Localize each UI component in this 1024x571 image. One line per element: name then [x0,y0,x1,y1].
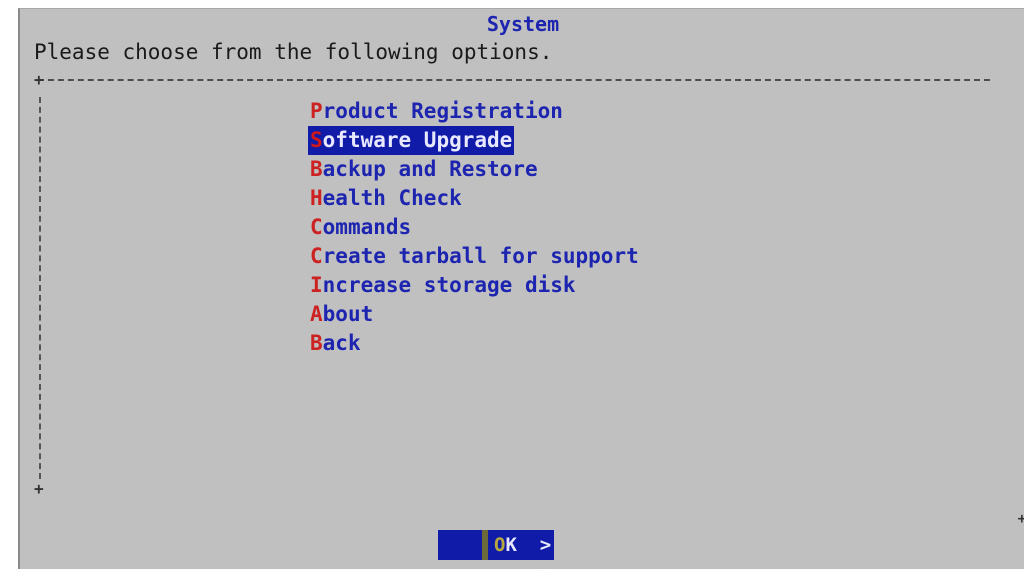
menu-item-text: bout [322,302,374,326]
button-bar: < OK > [438,530,554,571]
menu-item[interactable]: Increase storage disk [308,271,641,300]
menu-box-bottom-corner: + [34,479,44,498]
menu-item-text: ealth Check [322,186,462,210]
menu-item-selected: Software Upgrade [308,126,515,155]
dialog-right-corner: + [1017,511,1024,527]
prev-button-label: < [534,564,545,571]
menu-item-hotkey: C [310,215,323,239]
menu-item-text: reate tarball for support [322,244,639,268]
menu-item-text: ommands [322,215,412,239]
menu-item[interactable]: Health Check [308,184,641,213]
menu-item[interactable]: Software Upgrade [308,126,641,155]
menu-item-hotkey: C [310,244,323,268]
dialog-prompt: Please choose from the following options… [34,40,553,64]
menu-item-text: ncrease storage disk [322,273,576,297]
ok-hotkey: O [494,534,506,556]
menu-item-label: About [308,302,375,326]
menu-item-label: Commands [308,215,413,239]
menu-item-label: Backup and Restore [308,157,540,181]
menu-item[interactable]: Backup and Restore [308,155,641,184]
options-menu: Product Registration Software Upgrade Back… [308,97,641,358]
menu-item[interactable]: Back [308,329,641,358]
menu-item-text: oftware Upgrade [322,128,513,152]
menu-item-hotkey: I [310,273,323,297]
dialog-title: System [486,12,560,36]
menu-box-top-border [38,79,990,81]
menu-item-hotkey: P [310,99,323,123]
menu-item-hotkey: B [310,157,323,181]
menu-item-label: Create tarball for support [308,244,641,268]
menu-item-label: Health Check [308,186,464,210]
menu-item-label: Product Registration [308,99,565,123]
menu-box-left-border [39,97,41,479]
ok-button[interactable]: OK > [488,530,554,560]
menu-item[interactable]: Product Registration [308,97,641,126]
menu-item[interactable]: About [308,300,641,329]
menu-item[interactable]: Commands [308,213,641,242]
menu-item-text: ackup and Restore [322,157,538,181]
menu-item-hotkey: H [310,186,323,210]
ok-button-label: K > [505,534,552,556]
menu-item[interactable]: Create tarball for support [308,242,641,271]
menu-box-top-corner: + [34,70,44,89]
menu-item-hotkey: S [310,128,323,152]
terminal-screen: System Please choose from the following … [0,0,1024,571]
menu-item-label: Back [308,331,363,355]
prev-button[interactable]: < [438,530,545,571]
menu-item-label: Increase storage disk [308,273,578,297]
menu-item-hotkey: B [310,331,323,355]
menu-item-text: roduct Registration [322,99,563,123]
menu-item-text: ack [322,331,361,355]
menu-item-hotkey: A [310,302,323,326]
system-dialog: System Please choose from the following … [18,8,1024,571]
